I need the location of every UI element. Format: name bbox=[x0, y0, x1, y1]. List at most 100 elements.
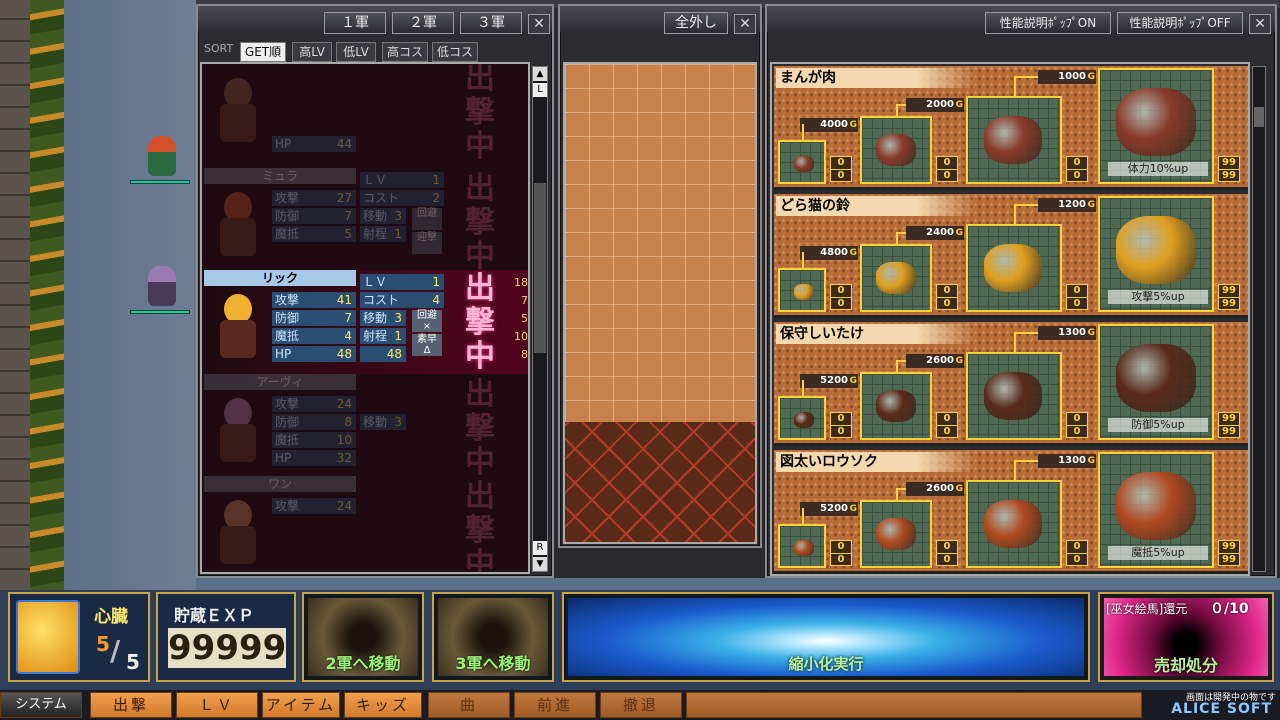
item-size-slot[interactable]: 魔抵5%up bbox=[1098, 452, 1214, 568]
sort-low-cost[interactable]: 低コスト bbox=[432, 42, 478, 77]
menu-advance[interactable]: 前進 bbox=[514, 692, 596, 718]
stat-res: 魔抵 5 bbox=[272, 226, 356, 242]
scroll-thumb[interactable] bbox=[1254, 107, 1264, 127]
unit-row[interactable]: ミュラ 攻撃 27 防御 7 魔抵 5 ＬＶ 1 コスト 2 移動 3 射程 1 回避 迎撃 … bbox=[202, 168, 528, 274]
count-owned: 0 bbox=[1067, 541, 1087, 554]
count-owned: 0 bbox=[1067, 285, 1087, 298]
unit-portrait bbox=[210, 496, 266, 566]
item-effect: 攻撃5%up bbox=[1108, 290, 1208, 304]
item-size-slot[interactable] bbox=[966, 480, 1062, 568]
sort-high-lv[interactable]: 高LV bbox=[292, 42, 332, 62]
item-row[interactable]: まんが肉400000200000100000体力10%up9999 bbox=[774, 66, 1248, 190]
release-all-button[interactable]: 全外し bbox=[664, 12, 728, 34]
count-equipped: 0 bbox=[1073, 170, 1081, 181]
stat-move: 移動 3 bbox=[360, 208, 406, 224]
item-count: 00 bbox=[1066, 540, 1088, 566]
item-row[interactable]: 図太いロウソク520000260000130000魔抵5%up9999 bbox=[774, 450, 1248, 574]
popup-on-button[interactable]: 性能説明ﾎﾟｯﾌﾟON bbox=[985, 12, 1111, 34]
system-menu-button[interactable]: システム bbox=[0, 692, 82, 718]
menu-sortie[interactable]: 出撃 bbox=[90, 692, 172, 718]
item-row[interactable]: どら猫の鈴480000240000120000攻撃5%up9999 bbox=[774, 194, 1248, 318]
menu-retreat[interactable]: 撤退 bbox=[600, 692, 682, 718]
item-price: 2000 bbox=[906, 98, 964, 112]
sortie-indicator: 出撃中 bbox=[465, 479, 495, 574]
item-size-slot[interactable] bbox=[860, 244, 932, 312]
item-icon bbox=[1116, 216, 1196, 284]
menu-item[interactable]: アイテム bbox=[262, 692, 340, 718]
unit-row[interactable]: ワン 攻撃 24 出撃中 bbox=[202, 476, 528, 574]
menu-lv[interactable]: ＬＶ bbox=[176, 692, 258, 718]
unit-row[interactable]: HP 44 出撃中 bbox=[202, 64, 528, 164]
item-list-scrollbar[interactable] bbox=[1252, 66, 1266, 572]
item-size-slot[interactable] bbox=[860, 500, 932, 568]
item-size-slot[interactable]: 体力10%up bbox=[1098, 68, 1214, 184]
sort-high-cost[interactable]: 高コスト bbox=[382, 42, 428, 77]
item-size-slot[interactable] bbox=[966, 352, 1062, 440]
scroll-l-label[interactable]: L bbox=[533, 83, 547, 97]
vortex-image: 縮小化実行 bbox=[568, 598, 1084, 676]
item-size-slot[interactable] bbox=[778, 524, 826, 568]
menu-kids[interactable]: キッズ bbox=[344, 692, 422, 718]
count-equipped: 99 bbox=[1222, 170, 1236, 181]
item-size-slot[interactable] bbox=[860, 372, 932, 440]
unit-list: HP 44 出撃中 ミュラ 攻撃 27 防御 7 魔抵 5 ＬＶ 1 コスト 2 移動 3 射… bbox=[200, 62, 530, 574]
unit-row-selected[interactable]: リック 攻撃 41 防御 7 魔抵 4 HP 48 ＬＶ 1 コスト 4 移動 3 射程 1 4… bbox=[202, 270, 528, 374]
unit-hp-bar bbox=[130, 180, 190, 184]
item-size-slot[interactable] bbox=[778, 140, 826, 184]
unit-name: アーヴィ bbox=[204, 374, 356, 390]
tab-army-2[interactable]: ２軍 bbox=[392, 12, 454, 34]
item-size-slot[interactable] bbox=[966, 224, 1062, 312]
item-size-slot[interactable] bbox=[778, 396, 826, 440]
unit-list-scrollbar[interactable]: ▲ L R ▼ bbox=[532, 66, 548, 572]
stone-wall bbox=[0, 0, 30, 590]
item-icon bbox=[876, 518, 916, 550]
item-icon bbox=[984, 500, 1042, 548]
item-placement-grid[interactable] bbox=[563, 62, 757, 544]
stat-hp: HP 48 bbox=[272, 346, 356, 362]
count-owned: 99 bbox=[1219, 285, 1239, 298]
stat-move: 移動 3 bbox=[360, 414, 406, 430]
item-size-slot[interactable] bbox=[966, 96, 1062, 184]
tab-army-1[interactable]: １軍 bbox=[324, 12, 386, 34]
scroll-thumb[interactable] bbox=[534, 183, 546, 353]
stat-lv: ＬＶ 1 bbox=[360, 172, 444, 188]
item-size-slot[interactable] bbox=[778, 268, 826, 312]
field-unit-purple[interactable] bbox=[130, 260, 190, 320]
item-size-slot[interactable] bbox=[860, 116, 932, 184]
blocked-grid-area bbox=[565, 422, 755, 542]
scroll-up-arrow[interactable]: ▲ bbox=[533, 67, 547, 81]
item-price: 5200 bbox=[800, 374, 858, 388]
menu-bar: システム 出撃 ＬＶ アイテム キッズ 曲 前進 撤退 bbox=[0, 690, 1280, 720]
board-close-button[interactable]: ✕ bbox=[734, 14, 756, 34]
item-row[interactable]: 保守しいたけ520000260000130000防御5%up9999 bbox=[774, 322, 1248, 446]
unit-name: ワン bbox=[204, 476, 356, 492]
upgrade-connector bbox=[802, 508, 804, 524]
field-unit-red[interactable] bbox=[130, 130, 190, 190]
item-icon bbox=[1116, 88, 1196, 156]
item-size-slot[interactable]: 攻撃5%up bbox=[1098, 196, 1214, 312]
sell-button[interactable]: [巫女絵馬]還元 ０/10 売却処分 bbox=[1098, 592, 1274, 682]
sort-get-order[interactable]: GET順 bbox=[240, 42, 286, 62]
upgrade-connector bbox=[1014, 332, 1038, 352]
tab-army-3[interactable]: ３軍 bbox=[460, 12, 522, 34]
army-close-button[interactable]: ✕ bbox=[528, 14, 550, 34]
scroll-down-arrow[interactable]: ▼ bbox=[533, 557, 547, 571]
shrink-button[interactable]: 縮小化実行 bbox=[562, 592, 1090, 682]
scroll-r-label[interactable]: R bbox=[533, 541, 547, 555]
upgrade-connector bbox=[1014, 76, 1038, 96]
item-size-slot[interactable]: 防御5%up bbox=[1098, 324, 1214, 440]
move-army2-button[interactable]: 2軍へ移動 bbox=[302, 592, 424, 682]
popup-off-button[interactable]: 性能説明ﾎﾟｯﾌﾟOFF bbox=[1117, 12, 1243, 34]
count-equipped: 99 bbox=[1222, 426, 1236, 437]
sort-low-lv[interactable]: 低LV bbox=[336, 42, 376, 62]
count-owned: 0 bbox=[937, 285, 957, 298]
item-name: まんが肉 bbox=[776, 68, 976, 88]
stat-res: 魔抵 4 bbox=[272, 328, 356, 344]
menu-music[interactable]: 曲 bbox=[428, 692, 510, 718]
item-price: 5200 bbox=[800, 502, 858, 516]
upgrade-connector bbox=[802, 124, 804, 140]
item-icon bbox=[984, 372, 1042, 420]
move-army3-button[interactable]: 3軍へ移動 bbox=[432, 592, 554, 682]
item-close-button[interactable]: ✕ bbox=[1249, 14, 1271, 34]
unit-row[interactable]: アーヴィ 攻撃 24 防御 8 魔抵 10 HP 32 移動 3 出撃中 bbox=[202, 374, 528, 480]
